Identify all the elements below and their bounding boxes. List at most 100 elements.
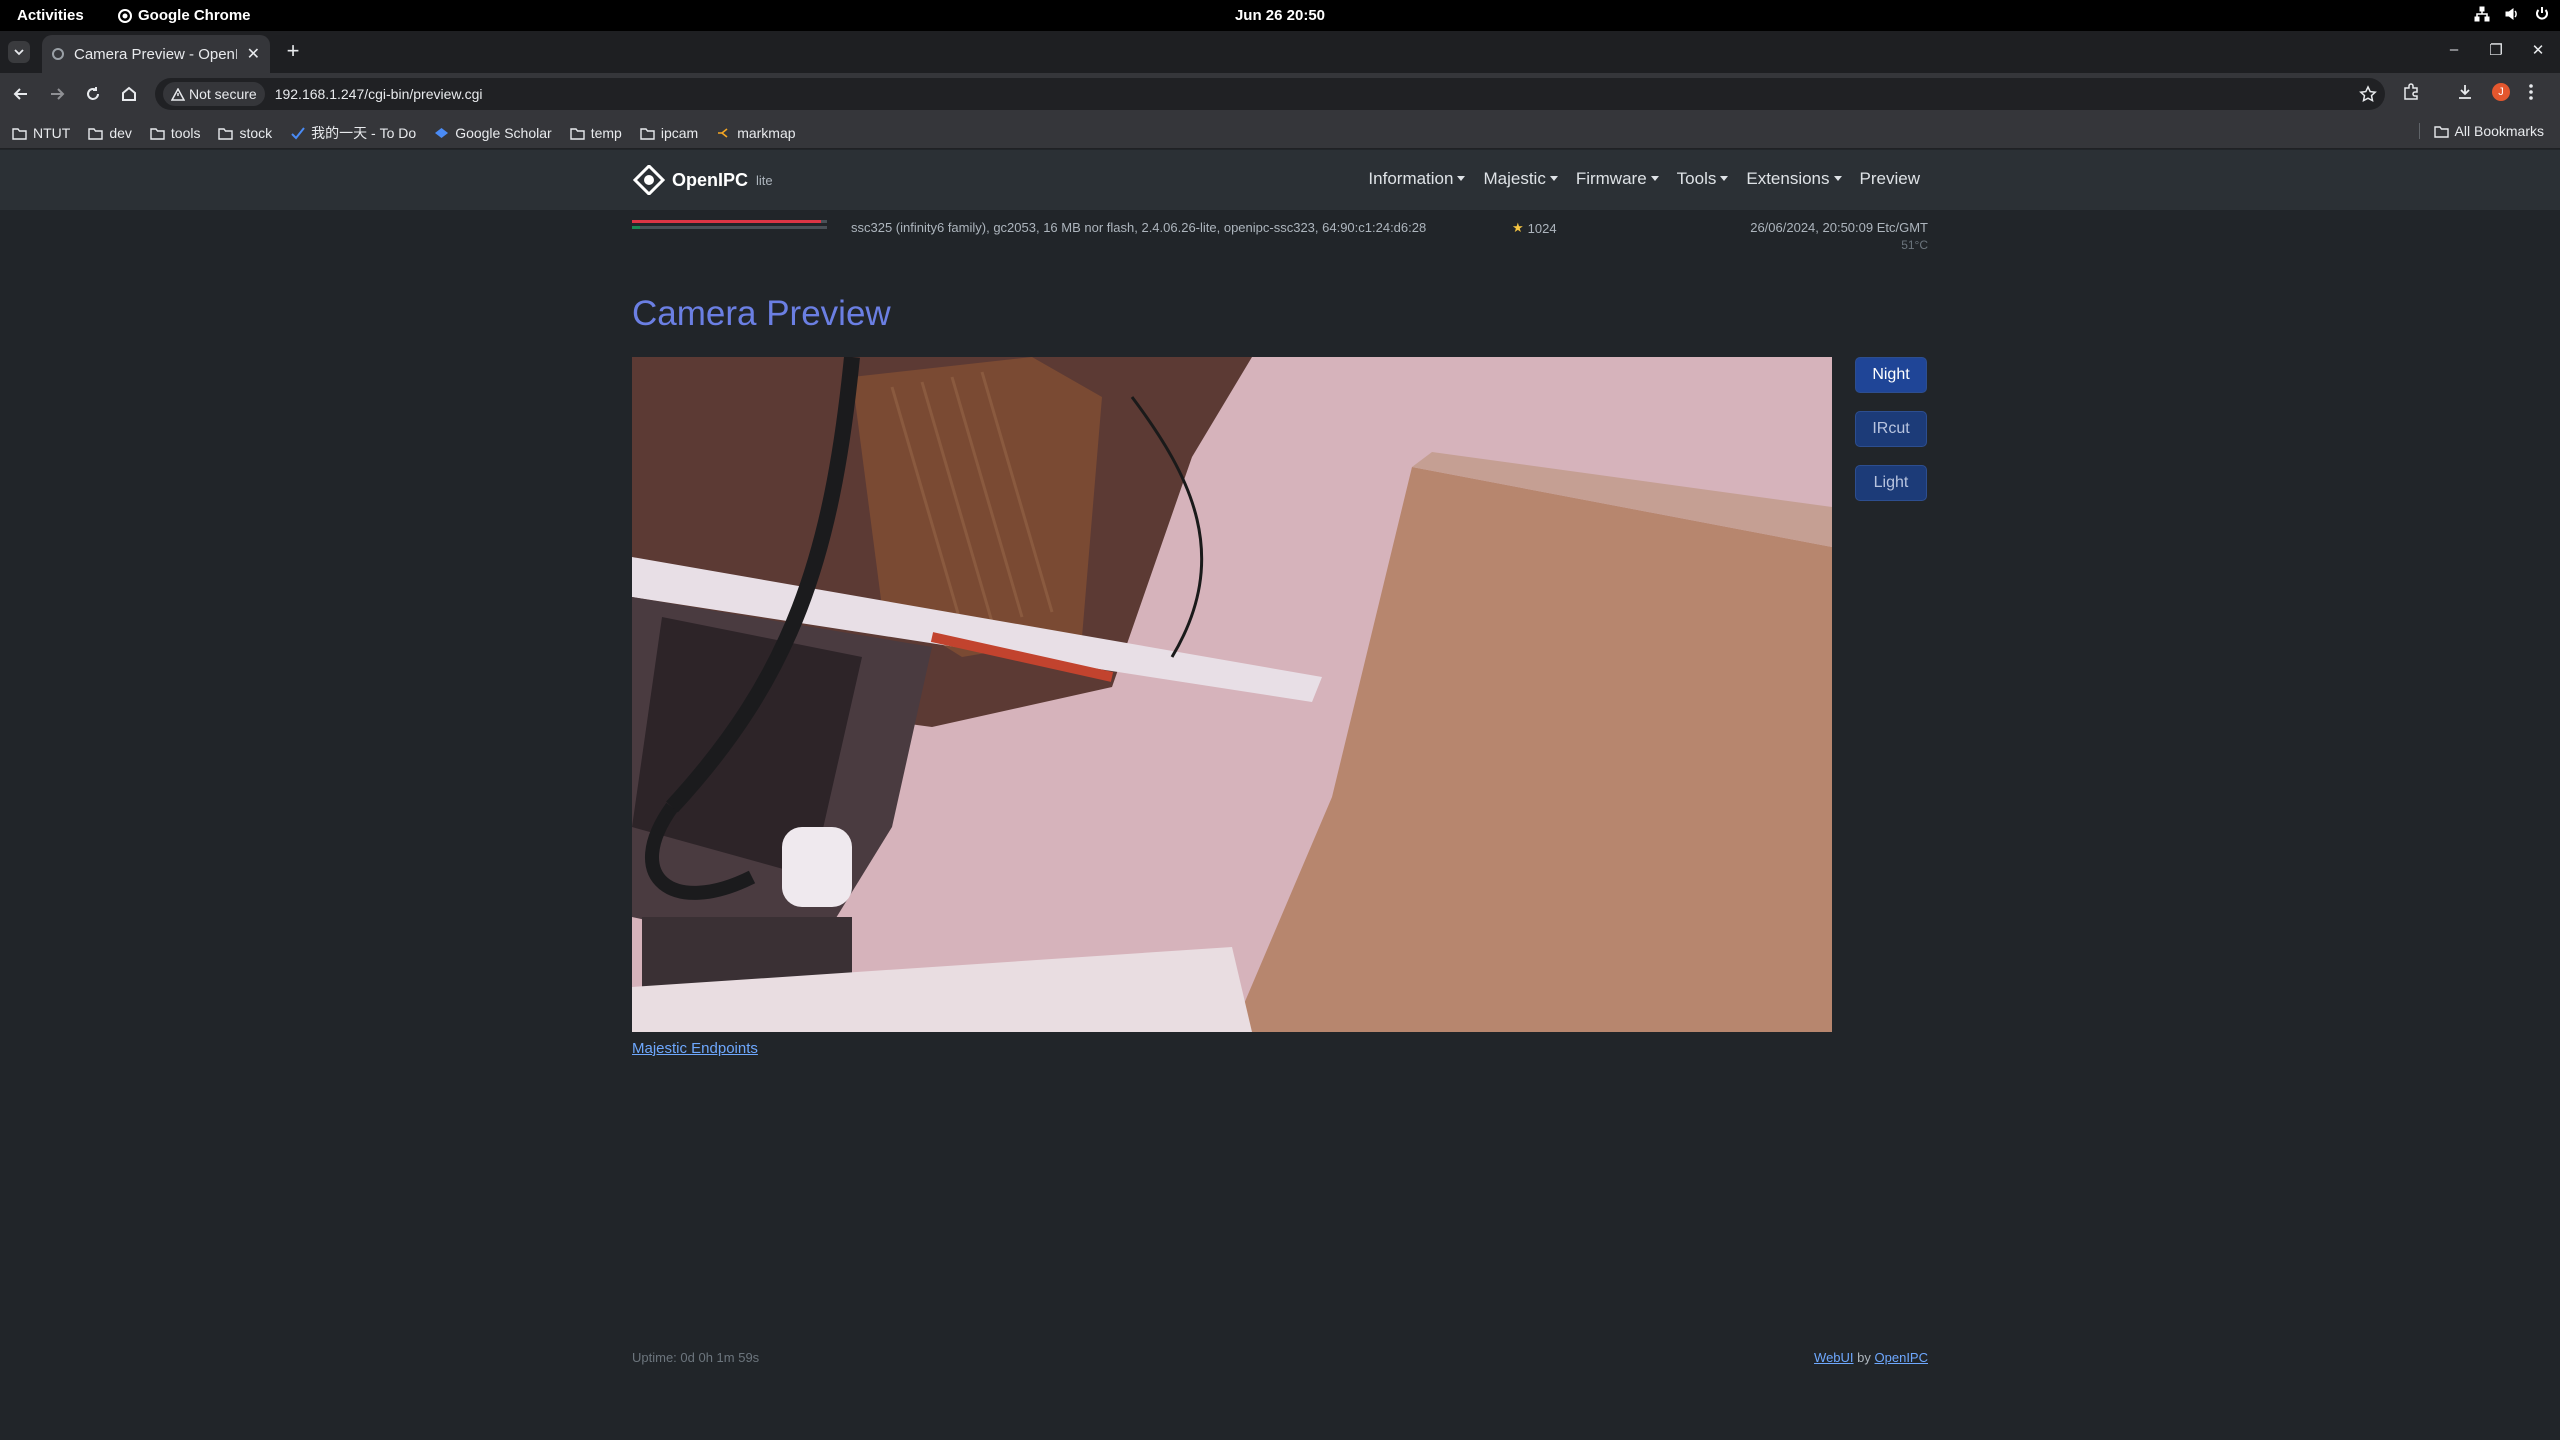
system-info: ssc325 (infinity6 family), gc2053, 16 MB… [851,220,1427,235]
openipc-eye-icon [632,165,666,195]
bookmarks-bar: NTUT dev tools stock 我的一天 - To Do Google Scho… [0,115,2560,149]
web-page: OpenIPC lite Information Majestic Firmware… [0,150,2560,1440]
system-top-bar: Activities Google Chrome Jun 26 20:50 [0,0,2560,31]
browser-toolbar: Not secure 192.168.1.247/cgi-bin/preview… [0,73,2560,115]
all-bookmarks-button[interactable]: All Bookmarks [2418,123,2544,139]
temperature: 51°C [1901,238,1928,252]
app-menu[interactable]: Google Chrome [118,7,251,24]
bookmark-label: markmap [737,125,796,141]
bookmark-list: NTUT dev tools stock 我的一天 - To Do Google Scho… [12,123,796,143]
arrow-left-icon [13,88,27,100]
tab-search-button[interactable] [8,41,30,63]
bookmark-item[interactable]: NTUT [12,125,70,141]
brand-logo[interactable]: OpenIPC lite [632,165,773,195]
bookmark-label: dev [109,125,132,141]
bookmark-star-icon[interactable] [2359,85,2377,103]
star-icon: ★ [1512,220,1524,235]
all-bookmarks-label: All Bookmarks [2454,123,2544,139]
home-button[interactable] [118,83,140,105]
nav-item-tools[interactable]: Tools [1677,169,1729,189]
night-button[interactable]: Night [1855,357,1927,393]
warning-icon [171,87,185,101]
profile-button[interactable]: J [2492,83,2510,101]
bookmark-item[interactable]: 我的一天 - To Do [290,123,416,143]
nav-item-extensions[interactable]: Extensions [1746,169,1841,189]
camera-preview-image[interactable] [632,357,1832,1032]
chrome-menu-button[interactable] [2528,83,2534,101]
folder-icon [218,127,234,140]
extensions-button[interactable] [2402,83,2420,101]
bookmark-label: ipcam [660,125,699,141]
nav-item-firmware[interactable]: Firmware [1576,169,1659,189]
bookmark-item[interactable]: ipcam [640,125,698,141]
page-favicon-icon [52,48,64,60]
minimize-icon[interactable]: – [2446,41,2462,59]
footer-by: by [1857,1350,1871,1365]
bookmark-item[interactable]: Google Scholar [434,125,552,141]
main-nav: Information Majestic Firmware Tools Extensio… [1368,169,1920,189]
bookmark-label: Google Scholar [455,125,552,141]
score-value: 1024 [1527,220,1557,236]
scholar-icon [434,127,449,140]
page-title: Camera Preview [632,294,891,333]
tab-active[interactable]: Camera Preview - OpenIPC ✕ [42,35,270,73]
nav-item-majestic[interactable]: Majestic [1483,169,1557,189]
site-navbar: OpenIPC lite Information Majestic Firmware… [0,150,2560,210]
url-text[interactable]: 192.168.1.247/cgi-bin/preview.cgi [275,86,483,102]
forward-button[interactable] [46,83,68,105]
uptime-text: Uptime: 0d 0h 1m 59s [632,1350,760,1365]
bookmark-item[interactable]: temp [570,125,622,141]
new-tab-button[interactable]: + [282,40,304,63]
address-bar[interactable]: Not secure 192.168.1.247/cgi-bin/preview… [155,78,2385,110]
tab-strip: Camera Preview - OpenIPC ✕ + – ❐ ✕ [0,31,2560,73]
back-button[interactable] [10,83,32,105]
bookmark-label: 我的一天 - To Do [311,125,417,141]
bookmark-label: NTUT [33,125,71,141]
power-icon [2536,7,2548,20]
kebab-menu-icon [2529,84,2533,100]
majestic-endpoints-link[interactable]: Majestic Endpoints [632,1040,758,1057]
system-tray[interactable] [2474,6,2550,22]
light-button[interactable]: Light [1855,465,1927,501]
bookmark-label: temp [590,125,622,141]
score-badge: ★ 1024 [1512,220,1557,236]
markmap-icon [716,127,731,140]
profile-avatar: J [2492,83,2510,101]
nav-item-information[interactable]: Information [1368,169,1465,189]
bookmark-item[interactable]: stock [218,125,272,141]
window-controls: – ❐ ✕ [2446,41,2546,59]
activities-button[interactable]: Activities [17,7,84,24]
ircut-button[interactable]: IRcut [1855,411,1927,447]
brand-name: OpenIPC [672,169,749,190]
app-name: Google Chrome [138,7,251,24]
download-icon [2459,85,2471,99]
openipc-link[interactable]: OpenIPC [1875,1350,1928,1365]
folder-icon [12,127,27,140]
bookmark-label: tools [170,125,201,141]
bookmark-label: stock [239,125,273,141]
downloads-button[interactable] [2456,83,2474,101]
arrow-right-icon [51,88,65,100]
bookmark-item[interactable]: tools [150,125,201,141]
network-icon [2474,6,2490,22]
reload-button[interactable] [82,83,104,105]
nav-item-preview[interactable]: Preview [1860,169,1920,189]
close-tab-icon[interactable]: ✕ [247,44,260,64]
folder-icon [150,127,165,140]
close-window-icon[interactable]: ✕ [2530,41,2546,59]
restore-icon[interactable]: ❐ [2488,41,2504,59]
security-chip[interactable]: Not secure [163,82,265,106]
todo-icon [290,126,305,140]
reload-icon [87,87,99,100]
bookmark-item[interactable]: dev [88,125,132,141]
folder-icon [2433,125,2449,138]
overlay-progress-fill [632,226,640,229]
clock[interactable]: Jun 26 20:50 [0,7,2560,24]
home-icon [122,86,136,101]
datetime: 26/06/2024, 20:50:09 Etc/GMT [1750,220,1928,235]
webui-link[interactable]: WebUI [1814,1350,1854,1365]
brand-suffix: lite [756,172,773,188]
bookmark-item[interactable]: markmap [716,125,796,141]
camera-frame [632,357,1832,1032]
not-secure-label: Not secure [189,86,257,102]
